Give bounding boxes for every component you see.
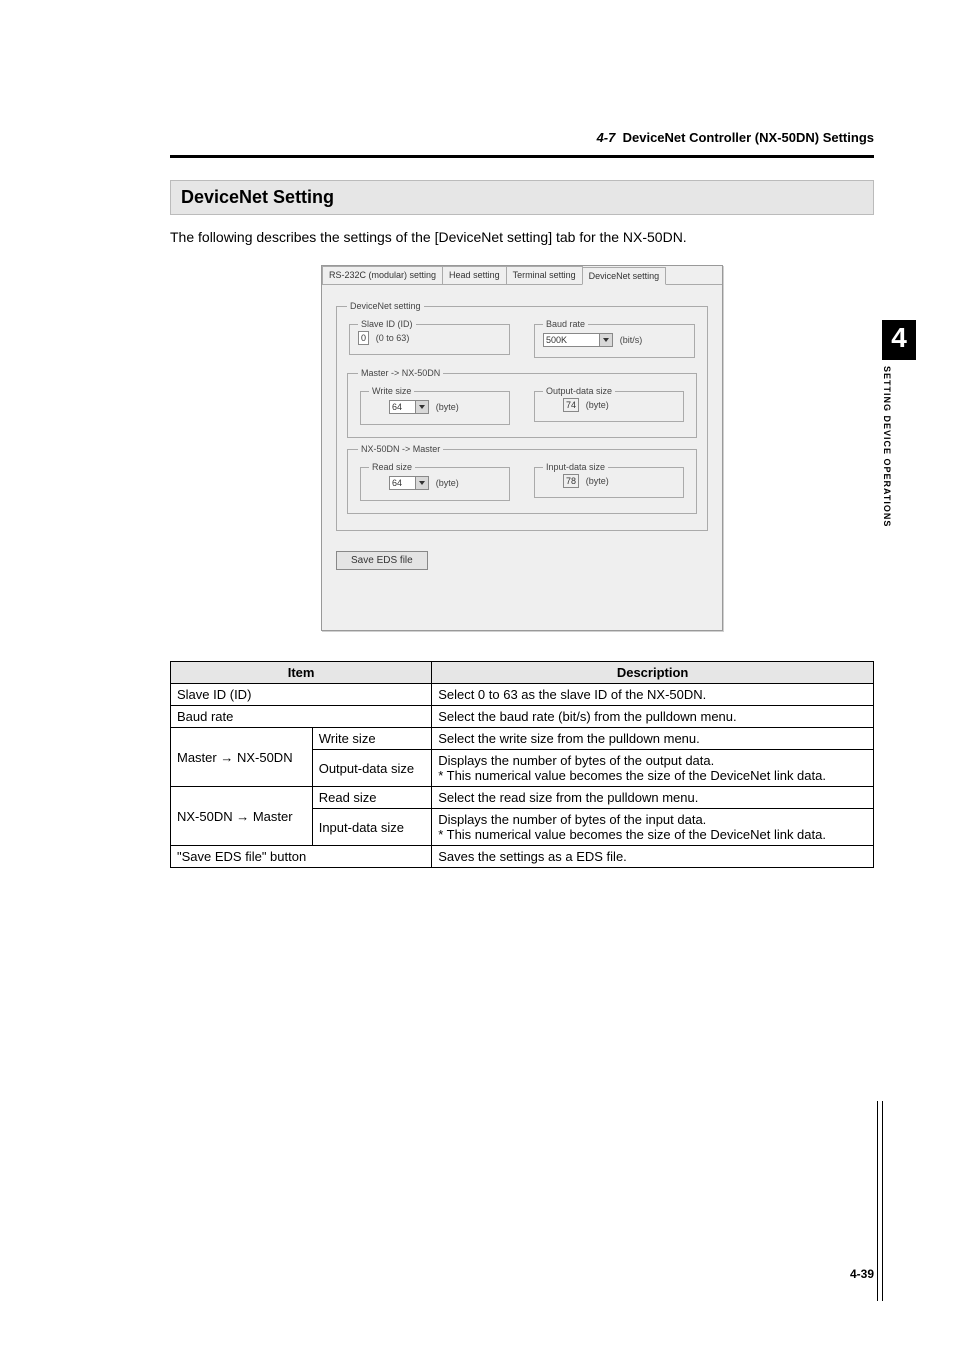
output-data-size-unit: (byte) <box>586 400 609 410</box>
chapter-title-vertical: SETTING DEVICE OPERATIONS <box>882 366 892 566</box>
group-baud-rate: Baud rate 500K (bit/s) <box>534 319 695 358</box>
chapter-number: 4 <box>882 320 916 360</box>
output-data-size-legend: Output-data size <box>543 386 615 396</box>
footer-rule-inner <box>882 1101 883 1301</box>
group-input-data-size: Input-data size 78 (byte) <box>534 462 684 498</box>
group-read-size: Read size 64 (byte) <box>360 462 510 501</box>
td-output-data-size-desc: Displays the number of bytes of the outp… <box>432 750 874 787</box>
read-size-unit: (byte) <box>436 478 459 488</box>
group-write-size: Write size 64 (byte) <box>360 386 510 425</box>
td-read-size: Read size <box>312 787 431 809</box>
header-section-number: 4-7 <box>597 130 616 145</box>
th-desc: Description <box>432 662 874 684</box>
description-table: Item Description Slave ID (ID) Select 0 … <box>170 661 874 868</box>
td-baud-rate-desc: Select the baud rate (bit/s) from the pu… <box>432 706 874 728</box>
group-devicenet-setting: DeviceNet setting Slave ID (ID) 0 (0 to … <box>336 301 708 531</box>
chevron-down-icon <box>599 334 612 346</box>
baud-rate-value: 500K <box>546 335 567 345</box>
nx50dn-to-master-legend: NX-50DN -> Master <box>358 444 443 454</box>
dialog-tabstrip: RS-232C (modular) setting Head setting T… <box>322 266 722 285</box>
group-slave-id: Slave ID (ID) 0 (0 to 63) <box>349 319 510 355</box>
write-size-value: 64 <box>392 402 402 412</box>
save-eds-file-button[interactable]: Save EDS file <box>336 551 428 570</box>
slave-id-input[interactable]: 0 <box>358 331 369 345</box>
td-baud-rate: Baud rate <box>171 706 432 728</box>
td-input-data-size-desc: Displays the number of bytes of the inpu… <box>432 809 874 846</box>
td-input-data-size: Input-data size <box>312 809 431 846</box>
input-data-size-unit: (byte) <box>586 476 609 486</box>
dialog-screenshot: RS-232C (modular) setting Head setting T… <box>321 265 723 631</box>
master-to-nx50dn-legend: Master -> NX-50DN <box>358 368 443 378</box>
section-title: DeviceNet Setting <box>170 180 874 215</box>
group-master-to-nx50dn: Master -> NX-50DN Write size 64 (byte) <box>347 368 697 438</box>
read-size-legend: Read size <box>369 462 415 472</box>
td-output-desc-line1: Displays the number of bytes of the outp… <box>438 753 714 768</box>
chevron-down-icon <box>415 477 428 489</box>
write-size-legend: Write size <box>369 386 414 396</box>
chevron-down-icon <box>415 401 428 413</box>
tab-terminal-setting[interactable]: Terminal setting <box>506 266 583 284</box>
read-size-select[interactable]: 64 <box>389 476 429 490</box>
td-input-desc-line1: Displays the number of bytes of the inpu… <box>438 812 706 827</box>
td-save-eds-desc: Saves the settings as a EDS file. <box>432 846 874 868</box>
chapter-side-tab: 4 SETTING DEVICE OPERATIONS <box>882 320 916 566</box>
group-nx50dn-to-master: NX-50DN -> Master Read size 64 (byte) <box>347 444 697 514</box>
baud-rate-select[interactable]: 500K <box>543 333 613 347</box>
td-output-data-size: Output-data size <box>312 750 431 787</box>
td-slave-id-desc: Select 0 to 63 as the slave ID of the NX… <box>432 684 874 706</box>
footer-rule <box>877 1101 878 1301</box>
td-write-size-desc: Select the write size from the pulldown … <box>432 728 874 750</box>
input-data-size-legend: Input-data size <box>543 462 608 472</box>
slave-id-range: (0 to 63) <box>376 333 410 343</box>
tab-head-setting[interactable]: Head setting <box>442 266 507 284</box>
input-data-size-field: 78 <box>563 474 579 488</box>
td-nx50dn-to-master: NX-50DN → Master <box>171 787 313 846</box>
group-output-data-size: Output-data size 74 (byte) <box>534 386 684 422</box>
td-read-size-desc: Select the read size from the pulldown m… <box>432 787 874 809</box>
baud-rate-legend: Baud rate <box>543 319 588 329</box>
group-devicenet-legend: DeviceNet setting <box>347 301 424 311</box>
intro-text: The following describes the settings of … <box>170 229 874 245</box>
tab-devicenet-setting[interactable]: DeviceNet setting <box>582 267 667 285</box>
tab-rs232c[interactable]: RS-232C (modular) setting <box>322 266 443 284</box>
page-number: 4-39 <box>850 1267 874 1281</box>
output-data-size-field: 74 <box>563 398 579 412</box>
slave-id-legend: Slave ID (ID) <box>358 319 416 329</box>
td-output-desc-line2: * This numerical value becomes the size … <box>438 768 826 783</box>
td-master-to-nx50dn: Master → NX-50DN <box>171 728 313 787</box>
th-item: Item <box>171 662 432 684</box>
td-input-desc-line2: * This numerical value becomes the size … <box>438 827 826 842</box>
page-header: 4-7 DeviceNet Controller (NX-50DN) Setti… <box>597 130 874 145</box>
read-size-value: 64 <box>392 478 402 488</box>
td-slave-id: Slave ID (ID) <box>171 684 432 706</box>
header-rule <box>170 155 874 158</box>
write-size-select[interactable]: 64 <box>389 400 429 414</box>
write-size-unit: (byte) <box>436 402 459 412</box>
header-section-title: DeviceNet Controller (NX-50DN) Settings <box>623 130 874 145</box>
td-write-size: Write size <box>312 728 431 750</box>
td-save-eds: "Save EDS file" button <box>171 846 432 868</box>
baud-rate-unit: (bit/s) <box>620 335 643 345</box>
